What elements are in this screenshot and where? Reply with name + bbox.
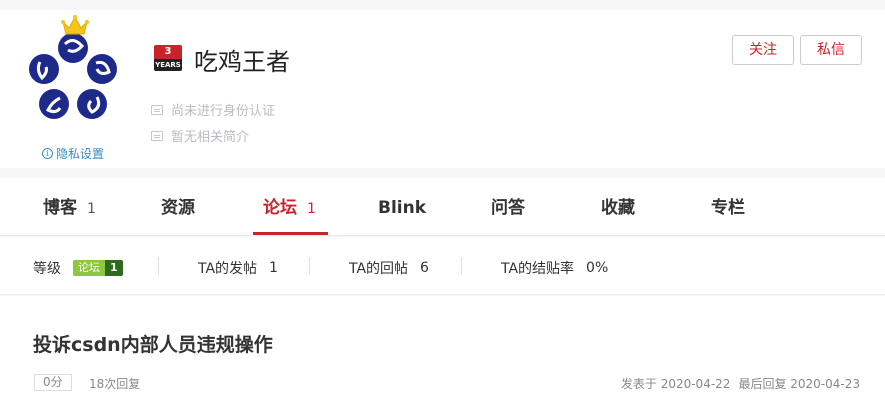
active-tab-indicator — [253, 232, 328, 235]
replies-stat: TA的回帖 6 — [349, 258, 429, 278]
tab-label: 资源 — [161, 198, 195, 218]
posts-stat: TA的发帖 1 — [198, 258, 278, 278]
tab-bar: 博客 1 资源 论坛 1 Blink 问答 收藏 专栏 — [0, 178, 885, 236]
level-badge-text: 论坛 — [73, 260, 105, 276]
points-badge: 0分 — [34, 374, 72, 391]
close-rate-label: TA的结贴率 — [501, 261, 575, 277]
tab-forum[interactable]: 论坛 1 — [263, 178, 316, 236]
privacy-settings-link[interactable]: i 隐私设置 — [42, 145, 104, 162]
tab-label: 博客 — [43, 198, 77, 218]
bio-text: 暂无相关简介 — [171, 130, 250, 145]
level-label: 等级 — [33, 261, 61, 277]
avatar-area: i 隐私设置 — [20, 14, 130, 161]
close-rate-value: 0% — [586, 260, 609, 276]
divider — [461, 257, 462, 275]
bio-line: 暂无相关简介 — [151, 126, 249, 145]
tab-label: 论坛 — [263, 198, 297, 218]
profile-card: i 隐私设置 3 YEARS 吃鸡王者 尚未进行身份认证 暂无相关简介 关注 私… — [0, 10, 885, 168]
privacy-label: 隐私设置 — [56, 147, 105, 161]
last-reply-date: 最后回复 2020-04-23 — [738, 377, 860, 391]
verification-text: 尚未进行身份认证 — [171, 104, 276, 119]
tab-label: Blink — [378, 198, 427, 218]
username: 吃鸡王者 — [194, 48, 290, 76]
years-badge: 3 YEARS — [154, 45, 182, 71]
forum-stats-bar: 等级 论坛 1 TA的发帖 1 TA的回帖 6 TA的结贴率 0% — [0, 237, 885, 295]
post-dates: 发表于 2020-04-22 最后回复 2020-04-23 — [621, 375, 860, 392]
posts-label: TA的发帖 — [198, 261, 258, 277]
tab-qa[interactable]: 问答 — [491, 178, 525, 236]
tab-label: 专栏 — [711, 198, 745, 218]
tab-blink[interactable]: Blink — [378, 178, 426, 236]
tab-count: 1 — [307, 201, 316, 217]
avatar[interactable] — [20, 24, 126, 130]
tab-resources[interactable]: 资源 — [161, 178, 195, 236]
close-rate-stat: TA的结贴率 0% — [501, 258, 608, 278]
post-list: 投诉csdn内部人员违规操作 0分 18次回复 发表于 2020-04-22 最后… — [0, 296, 885, 411]
tab-label: 收藏 — [601, 198, 635, 218]
replies-value: 6 — [420, 260, 429, 276]
message-button[interactable]: 私信 — [800, 35, 862, 65]
level-badge: 论坛 1 — [73, 260, 123, 276]
info-icon: i — [42, 148, 53, 159]
posted-date: 发表于 2020-04-22 — [620, 377, 731, 391]
tab-columns[interactable]: 专栏 — [711, 178, 745, 236]
follow-button[interactable]: 关注 — [732, 35, 794, 65]
divider — [158, 257, 159, 275]
years-badge-label: YEARS — [154, 59, 182, 71]
divider — [309, 257, 310, 275]
tab-blog[interactable]: 博客 1 — [43, 178, 96, 236]
verification-line: 尚未进行身份认证 — [151, 100, 275, 119]
bio-icon — [151, 130, 163, 141]
level-stat: 等级 论坛 1 — [33, 258, 123, 278]
id-card-icon — [151, 104, 163, 115]
posts-value: 1 — [269, 260, 278, 276]
post-title-link[interactable]: 投诉csdn内部人员违规操作 — [33, 330, 273, 357]
years-badge-number: 3 — [154, 45, 182, 59]
reply-count: 18次回复 — [89, 377, 141, 391]
tab-count: 1 — [87, 201, 96, 217]
replies-label: TA的回帖 — [349, 261, 409, 277]
crown-icon — [61, 15, 89, 35]
tab-favorites[interactable]: 收藏 — [601, 178, 635, 236]
level-badge-number: 1 — [105, 260, 123, 276]
tab-label: 问答 — [491, 198, 525, 218]
